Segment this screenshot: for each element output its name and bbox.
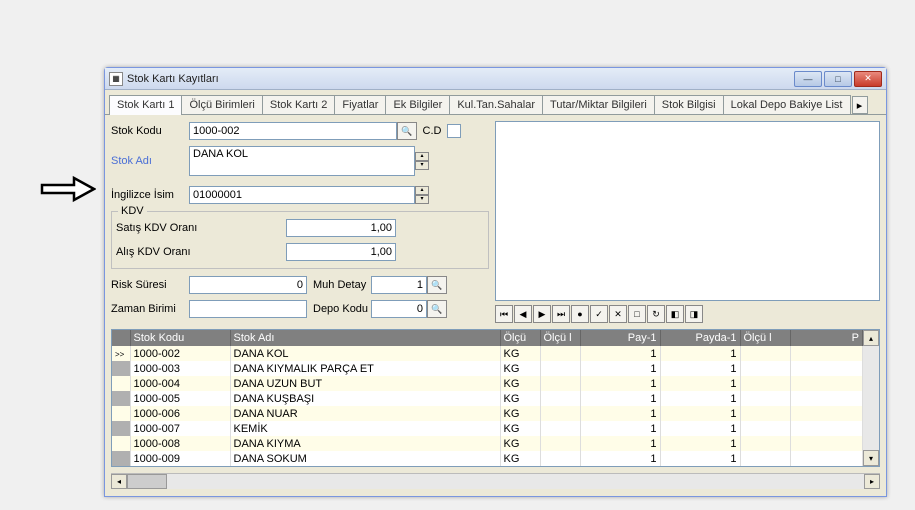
box-icon[interactable]: □	[628, 305, 646, 323]
grid-hscroll[interactable]: ◂ ▸	[111, 473, 880, 489]
nav-first-icon[interactable]: ⏮	[495, 305, 513, 323]
table-row[interactable]: 1000-008DANA KIYMAKG11	[112, 436, 863, 451]
tab-stok-bilgisi[interactable]: Stok Bilgisi	[654, 95, 724, 114]
table-row[interactable]: 1000-004DANA UZUN BUTKG11	[112, 376, 863, 391]
alis-kdv-input[interactable]	[286, 243, 396, 261]
muh-detay-input[interactable]	[371, 276, 427, 294]
muh-lookup-icon[interactable]: 🔍	[427, 276, 447, 294]
kdv-legend: KDV	[118, 205, 147, 217]
scroll-up-icon[interactable]: ▴	[863, 330, 879, 346]
check-icon[interactable]: ✓	[590, 305, 608, 323]
cancel-icon[interactable]: ✕	[609, 305, 627, 323]
grid-table[interactable]: Stok Kodu Stok Adı Ölçü Ölçü l Pay-1 Pay…	[112, 330, 863, 466]
table-row[interactable]: 1000-002DANA KOLKG11	[112, 346, 863, 361]
tab-kul-tan-sahalar[interactable]: Kul.Tan.Sahalar	[449, 95, 543, 114]
satis-kdv-label: Satış KDV Oranı	[116, 222, 286, 234]
table-row[interactable]: 1000-009DANA SOKUMKG11	[112, 451, 863, 466]
nav-last-icon[interactable]: ⏭	[552, 305, 570, 323]
tab-scroll-right[interactable]: ▸	[852, 96, 868, 114]
col-olcu[interactable]: Ölçü	[500, 330, 540, 346]
tab-bar: Stok Kartı 1 Ölçü Birimleri Stok Kartı 2…	[105, 90, 886, 115]
depo-kodu-label: Depo Kodu	[307, 303, 371, 315]
stok-adi-spinner[interactable]: ▴▾	[415, 152, 429, 170]
form-area: Stok Kodu 🔍 C.D Stok Adı ▴▾ İngilizce İs…	[105, 115, 886, 329]
stock-grid: Stok Kodu Stok Adı Ölçü Ölçü l Pay-1 Pay…	[111, 329, 880, 467]
table-row[interactable]: 1000-006DANA NUARKG11	[112, 406, 863, 421]
table-row[interactable]: 1000-007KEMİKKG11	[112, 421, 863, 436]
scroll-down-icon[interactable]: ▾	[863, 450, 879, 466]
cd-checkbox[interactable]	[447, 124, 461, 138]
zaman-birimi-input[interactable]	[189, 300, 307, 318]
maximize-button[interactable]: □	[824, 71, 852, 87]
kdv-fieldset: KDV Satış KDV Oranı Alış KDV Oranı	[111, 211, 489, 269]
record-nav-toolbar: ⏮ ◀ ▶ ⏭ ● ✓ ✕ □ ↻ ◧ ◨	[495, 305, 880, 323]
grid-vscroll[interactable]: ▴ ▾	[863, 330, 879, 466]
col-stok-kodu[interactable]: Stok Kodu	[130, 330, 230, 346]
stock-card-window: ▦ Stok Kartı Kayıtları — □ ✕ Stok Kartı …	[104, 67, 887, 497]
depo-kodu-input[interactable]	[371, 300, 427, 318]
risk-suresi-label: Risk Süresi	[111, 279, 189, 291]
app-icon: ▦	[109, 72, 123, 86]
tab-tutar-miktar[interactable]: Tutar/Miktar Bilgileri	[542, 95, 655, 114]
nav-prev-icon[interactable]: ◀	[514, 305, 532, 323]
refresh-icon[interactable]: ↻	[647, 305, 665, 323]
minimize-button[interactable]: —	[794, 71, 822, 87]
stok-adi-label: Stok Adı	[111, 155, 189, 167]
scroll-right-icon[interactable]: ▸	[864, 474, 880, 489]
tool-icon[interactable]: ◧	[666, 305, 684, 323]
close-button[interactable]: ✕	[854, 71, 882, 87]
nav-next-icon[interactable]: ▶	[533, 305, 551, 323]
right-pane: ⏮ ◀ ▶ ⏭ ● ✓ ✕ □ ↻ ◧ ◨	[495, 121, 880, 323]
table-row[interactable]: 1000-003DANA KIYMALIK PARÇA ETKG11	[112, 361, 863, 376]
record-icon[interactable]: ●	[571, 305, 589, 323]
tab-olcu-birimleri[interactable]: Ölçü Birimleri	[181, 95, 262, 114]
ingilizce-isim-label: İngilizce İsim	[111, 189, 189, 201]
stok-kodu-input[interactable]	[189, 122, 397, 140]
cd-label: C.D	[417, 125, 447, 137]
tab-fiyatlar[interactable]: Fiyatlar	[334, 95, 386, 114]
image-preview[interactable]	[495, 121, 880, 301]
stok-kodu-label: Stok Kodu	[111, 125, 189, 137]
satis-kdv-input[interactable]	[286, 219, 396, 237]
col-olcu2[interactable]: Ölçü l	[540, 330, 580, 346]
col-payda1[interactable]: Payda-1	[660, 330, 740, 346]
ingilizce-isim-input[interactable]	[189, 186, 415, 204]
tab-stok-karti-2[interactable]: Stok Kartı 2	[262, 95, 335, 114]
col-p[interactable]: P	[790, 330, 863, 346]
titlebar[interactable]: ▦ Stok Kartı Kayıtları — □ ✕	[105, 68, 886, 90]
window-title: Stok Kartı Kayıtları	[127, 73, 794, 85]
risk-suresi-input[interactable]	[189, 276, 307, 294]
muh-detay-label: Muh Detay	[307, 279, 371, 291]
lookup-icon[interactable]: 🔍	[397, 122, 417, 140]
ing-spinner[interactable]: ▴▾	[415, 186, 429, 204]
tool2-icon[interactable]: ◨	[685, 305, 703, 323]
scroll-left-icon[interactable]: ◂	[111, 474, 127, 489]
alis-kdv-label: Alış KDV Oranı	[116, 246, 286, 258]
arrow-right-icon	[40, 175, 96, 203]
col-stok-adi[interactable]: Stok Adı	[230, 330, 500, 346]
tab-lokal-depo[interactable]: Lokal Depo Bakiye List	[723, 95, 851, 114]
col-pay1[interactable]: Pay-1	[580, 330, 660, 346]
depo-lookup-icon[interactable]: 🔍	[427, 300, 447, 318]
left-form: Stok Kodu 🔍 C.D Stok Adı ▴▾ İngilizce İs…	[111, 121, 489, 323]
col-olcu3[interactable]: Ölçü l	[740, 330, 790, 346]
stok-adi-input[interactable]	[189, 146, 415, 176]
tab-stok-karti-1[interactable]: Stok Kartı 1	[109, 95, 182, 115]
zaman-birimi-label: Zaman Birimi	[111, 303, 189, 315]
tab-ek-bilgiler[interactable]: Ek Bilgiler	[385, 95, 450, 114]
table-row[interactable]: 1000-005DANA KUŞBAŞIKG11	[112, 391, 863, 406]
